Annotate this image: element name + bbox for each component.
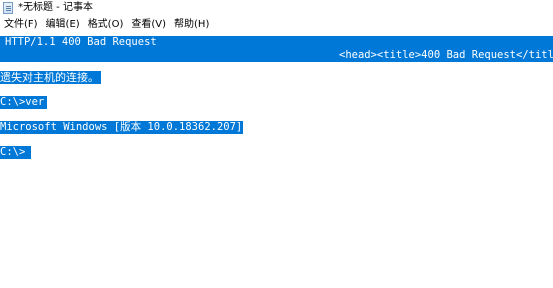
window-title: *无标题 - 记事本 (18, 2, 93, 13)
notepad-window: *无标题 - 记事本 文件(F) 编辑(E) 格式(O) 查看(V) 帮助(H)… (0, 0, 553, 288)
menu-bar: 文件(F) 编辑(E) 格式(O) 查看(V) 帮助(H) (0, 17, 553, 33)
menu-view[interactable]: 查看(V) (127, 18, 170, 32)
title-bar[interactable]: *无标题 - 记事本 (0, 0, 553, 16)
menu-edit[interactable]: 编辑(E) (42, 18, 84, 32)
text-editor[interactable]: HTTP/1.1 400 Bad Request <head><title>40… (0, 34, 553, 288)
editor-line-connection-lost: 遗失对主机的连接。 (0, 71, 101, 84)
menu-format[interactable]: 格式(O) (84, 18, 128, 32)
editor-line-windows-version: Microsoft Windows [版本 10.0.18362.207] (0, 121, 244, 134)
editor-line-prompt: C:\> (0, 146, 32, 159)
menu-file[interactable]: 文件(F) (0, 18, 42, 32)
editor-line-html-head-text: <head><title>400 Bad Request</title> (339, 49, 553, 61)
editor-line-http-status: HTTP/1.1 400 Bad Request (0, 36, 553, 49)
editor-line-html-head: <head><title>400 Bad Request</title> (0, 49, 553, 62)
notepad-icon (3, 2, 13, 14)
editor-line-ver-command: C:\>ver (0, 96, 48, 109)
menu-help[interactable]: 帮助(H) (170, 18, 213, 32)
